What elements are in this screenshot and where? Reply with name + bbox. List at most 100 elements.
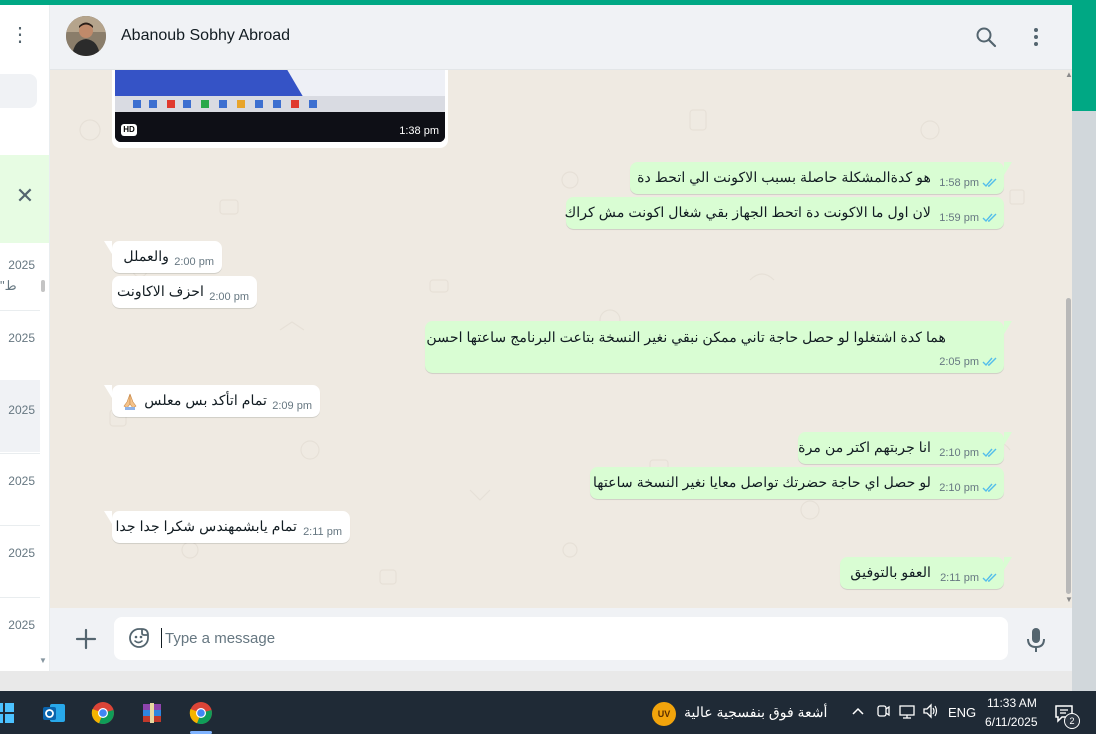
notification-count-badge: 2	[1064, 713, 1080, 729]
winrar-icon[interactable]	[140, 701, 164, 725]
chat-list-date: 2025	[8, 546, 35, 560]
message-time: 1:38 pm	[399, 125, 439, 137]
sidebar-scrollbar[interactable]	[41, 280, 45, 292]
sidebar-search-box[interactable]	[0, 74, 37, 108]
chrome-icon[interactable]	[189, 701, 213, 725]
message-time: 2:09 pm	[272, 400, 312, 412]
bubble-tail	[104, 511, 112, 524]
outgoing-message[interactable]: هو كدةالمشكلة حاصلة بسبب الاكونت الي اتح…	[630, 162, 1012, 194]
message-time: 2:05 pm	[939, 356, 979, 368]
message-text: لو حصل اي حاجة حضرتك تواصل معايا نغير ال…	[592, 475, 931, 491]
outgoing-message[interactable]: انا جربتهم اكتر من مرة 2:10 pm	[798, 432, 1012, 464]
avatar-image	[66, 16, 106, 56]
message-time: 1:58 pm	[939, 177, 979, 189]
message-time: 1:59 pm	[939, 212, 979, 224]
os-taskbar: UV أشعة فوق بنفسجية عالية ENG 11:33 AM 6…	[0, 691, 1096, 734]
window-right-accent	[1072, 0, 1096, 111]
incoming-message[interactable]: تمام يابشمهندس شكرا جدا جدا 2:11 pm	[104, 511, 350, 543]
message-input-placeholder: Type a message	[165, 630, 276, 647]
image-message[interactable]: HD 1:38 pm	[112, 70, 448, 148]
message-text: هو كدةالمشكلة حاصلة بسبب الاكونت الي اتح…	[637, 170, 931, 186]
chat-list-date: 2025	[8, 618, 35, 632]
chat-list-date: 2025	[8, 403, 35, 417]
language-indicator[interactable]: ENG	[948, 705, 976, 720]
contact-name[interactable]: Abanoub Sobhy Abroad	[121, 27, 290, 45]
folded-hands-emoji-icon	[123, 393, 137, 410]
menu-icon[interactable]	[1024, 25, 1048, 49]
incoming-message[interactable]: والعملل 2:00 pm	[104, 241, 222, 273]
message-composer: Type a message	[50, 608, 1072, 671]
message-time: 2:11 pm	[940, 572, 979, 584]
windows-start-icon[interactable]	[0, 701, 16, 725]
volume-icon[interactable]	[922, 703, 940, 719]
double-check-icon	[982, 483, 997, 493]
weather-uv-icon[interactable]: UV	[652, 702, 676, 726]
bubble-tail	[1004, 557, 1012, 570]
double-check-icon	[982, 357, 997, 367]
message-text: والعملل	[123, 249, 169, 265]
chat-list-date: 2025	[8, 258, 35, 272]
weather-text[interactable]: أشعة فوق بنفسجية عالية	[684, 704, 827, 721]
message-time: 2:10 pm	[939, 482, 979, 494]
scroll-up-arrow[interactable]: ▲	[1065, 70, 1072, 79]
message-list[interactable]: HD 1:38 pm هو كدةالمشكلة حاصلة بسبب الاك…	[50, 70, 1072, 608]
scroll-down-arrow[interactable]: ▼	[39, 656, 47, 665]
divider	[0, 597, 40, 598]
outlook-icon[interactable]	[42, 701, 66, 725]
meet-now-icon[interactable]	[875, 703, 891, 719]
double-check-icon	[982, 448, 997, 458]
close-icon[interactable]: ✕	[14, 185, 36, 207]
divider	[0, 453, 40, 454]
sidebar-menu-dots-icon[interactable]: ⋮	[10, 25, 30, 45]
bubble-tail	[1004, 162, 1012, 175]
message-time: 2:10 pm	[939, 447, 979, 459]
divider	[0, 310, 40, 311]
text-caret	[161, 628, 162, 648]
message-text: هما كدة اشتغلوا لو حصل حاجة تاني ممكن نب…	[426, 330, 946, 346]
outgoing-message[interactable]: هما كدة اشتغلوا لو حصل حاجة تاني ممكن نب…	[425, 321, 1012, 373]
chat-header: Abanoub Sobhy Abroad	[50, 5, 1072, 70]
sticker-icon[interactable]	[128, 627, 150, 649]
clock-time[interactable]: 11:33 AM	[987, 696, 1037, 710]
photo-content	[115, 70, 445, 142]
chat-list-date: 2025	[8, 331, 35, 345]
plus-icon[interactable]	[74, 627, 98, 651]
search-icon[interactable]	[974, 25, 998, 49]
double-check-icon	[982, 213, 997, 223]
bubble-tail	[1004, 432, 1012, 445]
message-text: لان اول ما الاكونت دة اتحط الجهاز بقي شغ…	[564, 205, 931, 221]
outgoing-message[interactable]: العفو بالتوفيق 2:11 pm	[840, 557, 1012, 589]
message-time: 2:00 pm	[209, 291, 249, 303]
chat-list-sidebar: ⋮ ✕ 2025 "ط 2025 2025 2025 2025 2025 ▼	[0, 5, 50, 671]
double-check-icon	[982, 573, 997, 583]
message-text: احزف الاكاونت	[116, 284, 204, 300]
scroll-thumb[interactable]	[1066, 298, 1071, 594]
image-thumbnail[interactable]: HD 1:38 pm	[115, 70, 445, 142]
clock-date[interactable]: 6/11/2025	[985, 715, 1038, 729]
message-text: العفو بالتوفيق	[850, 565, 931, 581]
message-time: 2:11 pm	[303, 526, 342, 538]
outgoing-message[interactable]: لو حصل اي حاجة حضرتك تواصل معايا نغير ال…	[590, 467, 1004, 499]
chevron-up-icon[interactable]	[850, 703, 866, 719]
chat-scrollbar[interactable]: ▲ ▼	[1064, 70, 1072, 608]
message-text: تمام اتأكد بس معلس	[144, 393, 267, 409]
chat-list-preview: "ط	[0, 278, 17, 293]
message-text: انا جربتهم اكتر من مرة	[798, 440, 931, 456]
double-check-icon	[982, 178, 997, 188]
mic-icon[interactable]	[1026, 627, 1046, 653]
hd-badge: HD	[121, 124, 137, 136]
message-input[interactable]: Type a message	[114, 617, 1008, 660]
incoming-message[interactable]: احزف الاكاونت 2:00 pm	[112, 276, 257, 308]
incoming-message[interactable]: تمام اتأكد بس معلس 2:09 pm	[104, 385, 320, 417]
bubble-tail	[1004, 321, 1012, 334]
divider	[0, 525, 40, 526]
avatar[interactable]	[66, 16, 106, 56]
message-text: تمام يابشمهندس شكرا جدا جدا	[115, 519, 297, 535]
window-right-frame	[1072, 111, 1096, 691]
bubble-tail	[104, 385, 112, 398]
outgoing-message[interactable]: لان اول ما الاكونت دة اتحط الجهاز بقي شغ…	[564, 197, 1004, 229]
scroll-down-arrow[interactable]: ▼	[1065, 595, 1072, 604]
network-icon[interactable]	[898, 703, 916, 719]
chrome-icon[interactable]	[91, 701, 115, 725]
message-time: 2:00 pm	[174, 256, 214, 268]
